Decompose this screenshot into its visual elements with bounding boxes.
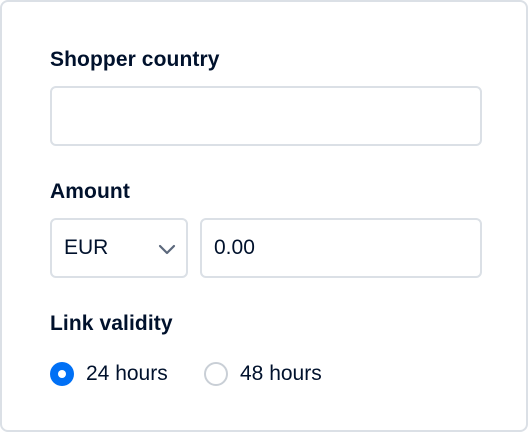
amount-label: Amount [50,180,130,203]
payment-link-form: Shopper country Amount EUR Link validity… [0,0,528,432]
shopper-country-label: Shopper country [50,48,220,71]
currency-select[interactable]: EUR [50,218,188,278]
shopper-country-input[interactable] [50,86,482,146]
validity-option-label: 24 hours [86,362,168,385]
link-validity-label: Link validity [50,312,173,335]
validity-option-24-hours[interactable]: 24 hours [50,358,168,390]
chevron-down-icon [158,244,176,255]
validity-option-label: 48 hours [240,362,322,385]
radio-checked-icon[interactable] [50,362,74,386]
validity-option-48-hours[interactable]: 48 hours [204,358,322,390]
radio-unchecked-icon[interactable] [204,362,228,386]
amount-input[interactable] [200,218,482,278]
currency-value: EUR [64,236,109,259]
